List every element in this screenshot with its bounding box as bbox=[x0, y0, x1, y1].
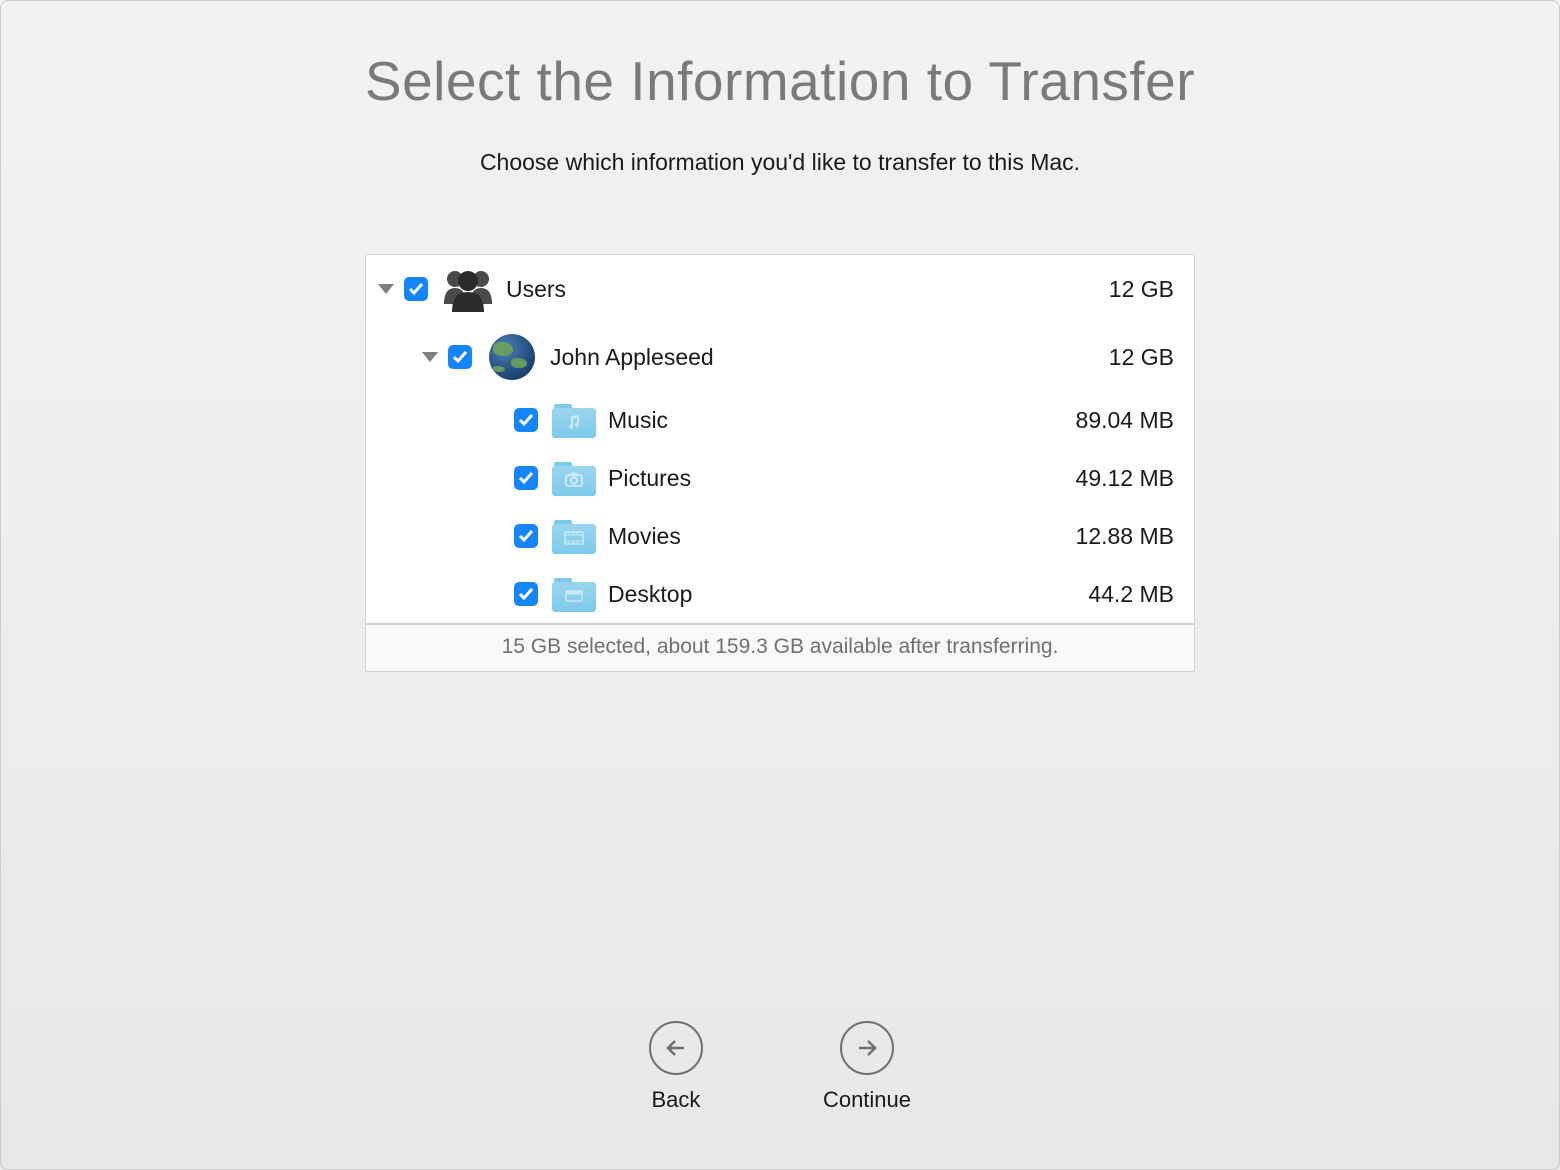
tree-label: John Appleseed bbox=[550, 344, 1109, 371]
back-button[interactable]: Back bbox=[649, 1021, 703, 1113]
tree-body: Users 12 GB John Appleseed 12 GB bbox=[366, 255, 1194, 623]
tree-size: 12 GB bbox=[1109, 344, 1174, 371]
tree-row-movies[interactable]: Movies 12.88 MB bbox=[366, 507, 1194, 565]
tree-size: 12 GB bbox=[1109, 276, 1174, 303]
tree-row-pictures[interactable]: Pictures 49.12 MB bbox=[366, 449, 1194, 507]
arrow-right-icon bbox=[840, 1021, 894, 1075]
tree-label: Pictures bbox=[608, 465, 1076, 492]
movies-folder-icon bbox=[550, 516, 598, 556]
tree-size: 44.2 MB bbox=[1088, 581, 1174, 608]
page-title: Select the Information to Transfer bbox=[365, 49, 1195, 113]
desktop-folder-icon bbox=[550, 574, 598, 614]
music-folder-icon bbox=[550, 400, 598, 440]
continue-button[interactable]: Continue bbox=[823, 1021, 911, 1113]
checkbox-movies[interactable] bbox=[514, 524, 538, 548]
back-label: Back bbox=[651, 1087, 700, 1113]
arrow-left-icon bbox=[649, 1021, 703, 1075]
nav-buttons: Back Continue bbox=[1, 1021, 1559, 1113]
checkbox-user[interactable] bbox=[448, 345, 472, 369]
tree-label: Users bbox=[506, 276, 1109, 303]
checkbox-pictures[interactable] bbox=[514, 466, 538, 490]
tree-label: Desktop bbox=[608, 581, 1088, 608]
tree-row-desktop[interactable]: Desktop 44.2 MB bbox=[366, 565, 1194, 623]
status-text: 15 GB selected, about 159.3 GB available… bbox=[366, 623, 1194, 671]
transfer-tree: Users 12 GB John Appleseed 12 GB bbox=[365, 254, 1195, 672]
tree-row-users[interactable]: Users 12 GB bbox=[366, 255, 1194, 323]
continue-label: Continue bbox=[823, 1087, 911, 1113]
globe-avatar-icon bbox=[484, 333, 540, 381]
tree-label: Movies bbox=[608, 523, 1076, 550]
tree-row-music[interactable]: Music 89.04 MB bbox=[366, 391, 1194, 449]
tree-row-user[interactable]: John Appleseed 12 GB bbox=[366, 323, 1194, 391]
checkbox-desktop[interactable] bbox=[514, 582, 538, 606]
checkbox-users[interactable] bbox=[404, 277, 428, 301]
pictures-folder-icon bbox=[550, 458, 598, 498]
tree-size: 49.12 MB bbox=[1076, 465, 1174, 492]
tree-size: 12.88 MB bbox=[1076, 523, 1174, 550]
users-silhouette-icon bbox=[440, 265, 496, 313]
checkbox-music[interactable] bbox=[514, 408, 538, 432]
chevron-down-icon[interactable] bbox=[378, 284, 394, 294]
tree-size: 89.04 MB bbox=[1076, 407, 1174, 434]
tree-label: Music bbox=[608, 407, 1076, 434]
page-subtitle: Choose which information you'd like to t… bbox=[480, 149, 1080, 176]
chevron-down-icon[interactable] bbox=[422, 352, 438, 362]
